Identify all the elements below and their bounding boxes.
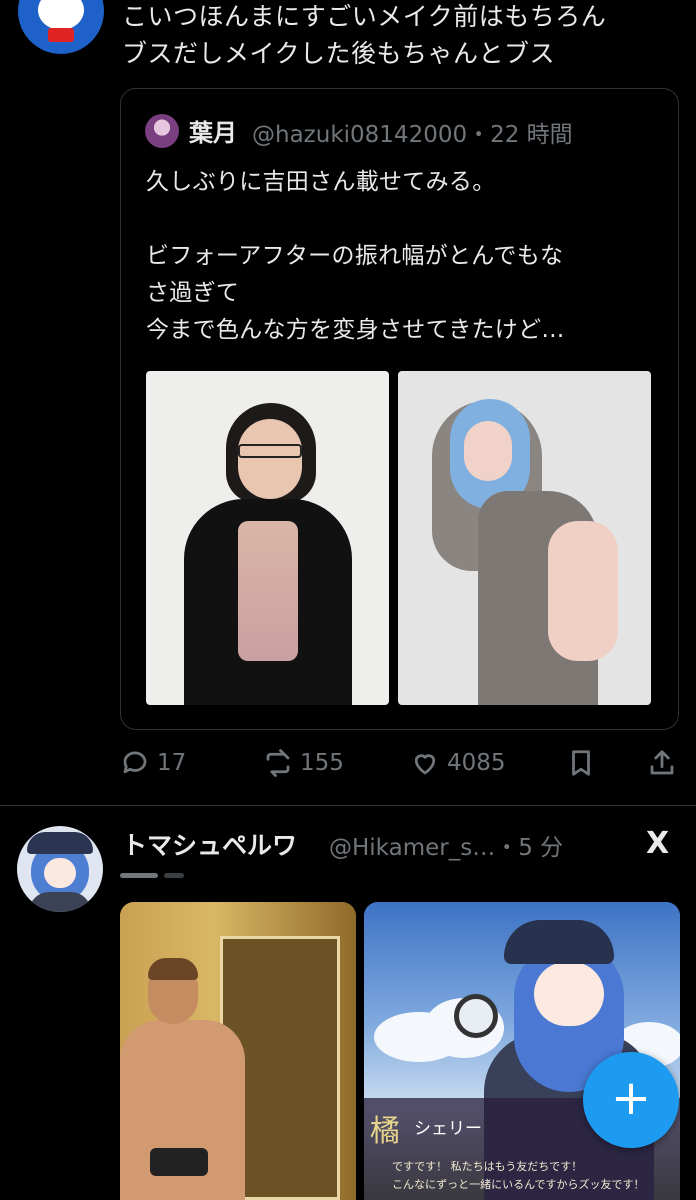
- before-photo[interactable]: [146, 371, 389, 705]
- photo-ruffle: [238, 521, 298, 661]
- reply-button[interactable]: 17: [120, 748, 186, 778]
- avatar-hat: [27, 832, 93, 854]
- quoted-text-blank: [146, 201, 661, 238]
- tweet-text-line: こいつほんまにすごいメイク前はもちろん: [122, 2, 607, 31]
- media-image-right[interactable]: 橘 シェリー ですです！ 私たちはもう友だちです！ こんなにずっと一緒にいるんで…: [364, 902, 680, 1200]
- censor-mark: [150, 1148, 208, 1176]
- author-name[interactable]: トマシュペルワ: [122, 826, 297, 862]
- character-hat: [504, 920, 614, 964]
- retweet-button[interactable]: 155: [263, 748, 344, 778]
- like-icon: [414, 754, 436, 775]
- media-image-left[interactable]: [120, 902, 356, 1200]
- quoted-author-handle: @hazuki08142000・22 時間: [252, 122, 573, 148]
- tweet-text: こいつほんまにすごいメイク前はもちろん ブスだしメイクした後もちゃんとブス: [122, 0, 682, 72]
- reply-count: 17: [157, 750, 187, 776]
- quoted-tweet-text: 久しぶりに吉田さん載せてみる。 ビフォーアフターの振れ幅がとんでもな さ過ぎて …: [146, 164, 661, 349]
- tweet-divider: [0, 805, 696, 806]
- after-photo[interactable]: [398, 371, 651, 705]
- compose-button[interactable]: +: [583, 1052, 679, 1148]
- quoted-text-line: 今まで色んな方を変身させてきたけど…: [146, 317, 565, 343]
- tweet-actions: 17 155 4085: [0, 748, 696, 784]
- tweet-text-line: ブスだしメイクした後もちゃんとブス: [122, 39, 556, 68]
- quoted-text-line: さ過ぎて: [146, 280, 240, 306]
- avatar-face: [44, 858, 76, 888]
- avatar-bow: [48, 28, 74, 42]
- carousel-indicator: [120, 873, 190, 892]
- reply-icon: [123, 751, 147, 774]
- like-count: 4085: [447, 750, 506, 776]
- photo-arm: [548, 521, 618, 661]
- quoted-author-name[interactable]: 葉月: [189, 113, 237, 148]
- dialogue-line: ですです！ 私たちはもう友だちです！: [392, 1160, 583, 1173]
- author-avatar[interactable]: [17, 826, 103, 912]
- character-name: シェリー: [414, 1119, 482, 1139]
- avatar-coat: [29, 892, 91, 912]
- share-icon: [650, 750, 674, 775]
- x-logo-icon[interactable]: X: [646, 826, 669, 861]
- author-handle: @Hikamer_s…・5 分: [329, 835, 564, 861]
- share-button[interactable]: [647, 748, 677, 778]
- avatar-face: [38, 0, 84, 30]
- author-avatar[interactable]: [18, 0, 104, 54]
- photo-hair: [148, 958, 198, 980]
- photo-face: [464, 421, 512, 481]
- photo-glasses: [238, 444, 302, 458]
- photo-face: [238, 419, 302, 499]
- character-emblem: 橘: [370, 1114, 400, 1149]
- carousel-dot: [164, 873, 184, 878]
- magnifying-glass-icon: [454, 994, 498, 1038]
- quoted-text-line: 久しぶりに吉田さん載せてみる。: [146, 169, 496, 195]
- bookmark-icon: [572, 750, 590, 776]
- quoted-text-line: ビフォーアフターの振れ幅がとんでもな: [146, 243, 564, 269]
- like-button[interactable]: 4085: [410, 748, 506, 778]
- carousel-dot-active: [120, 873, 158, 878]
- character-face: [534, 962, 604, 1026]
- bookmark-button[interactable]: [566, 748, 596, 778]
- retweet-count: 155: [300, 750, 344, 776]
- dialogue-line: こんなにずっと一緒にいるんですからズッ友です！: [392, 1178, 645, 1191]
- retweet-icon: [266, 749, 290, 777]
- quoted-author-avatar[interactable]: [145, 114, 179, 148]
